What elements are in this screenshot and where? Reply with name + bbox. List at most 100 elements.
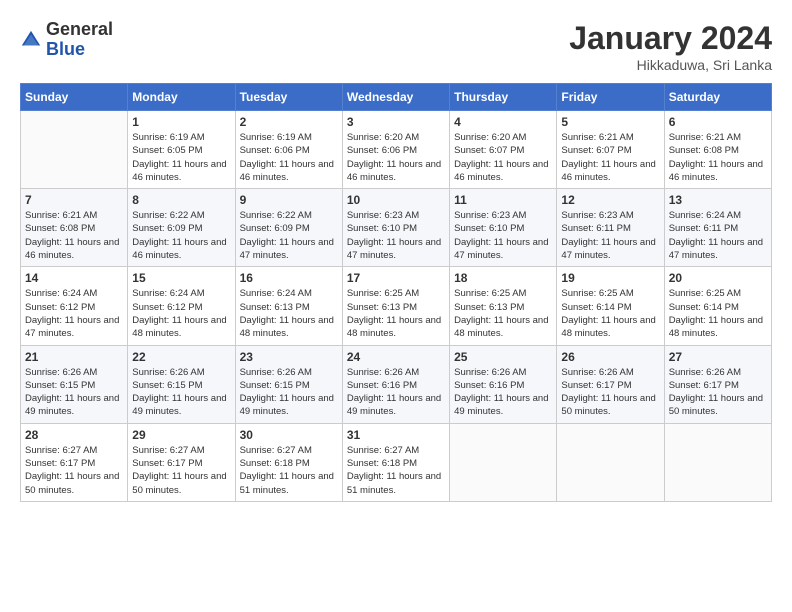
day-number: 15 xyxy=(132,271,230,285)
calendar-week-row: 28 Sunrise: 6:27 AM Sunset: 6:17 PM Dayli… xyxy=(21,423,772,501)
day-info: Sunrise: 6:22 AM Sunset: 6:09 PM Dayligh… xyxy=(240,209,338,262)
day-info: Sunrise: 6:23 AM Sunset: 6:10 PM Dayligh… xyxy=(454,209,552,262)
day-info: Sunrise: 6:23 AM Sunset: 6:11 PM Dayligh… xyxy=(561,209,659,262)
weekday-header: Thursday xyxy=(450,84,557,111)
calendar-cell: 5 Sunrise: 6:21 AM Sunset: 6:07 PM Daylig… xyxy=(557,111,664,189)
day-info: Sunrise: 6:22 AM Sunset: 6:09 PM Dayligh… xyxy=(132,209,230,262)
calendar-cell: 17 Sunrise: 6:25 AM Sunset: 6:13 PM Dayli… xyxy=(342,267,449,345)
day-info: Sunrise: 6:21 AM Sunset: 6:08 PM Dayligh… xyxy=(25,209,123,262)
calendar-cell: 31Sunrise: 6:27 AM Sunset: 6:18 PM Dayli… xyxy=(342,423,449,501)
month-title: January 2024 xyxy=(569,20,772,57)
weekday-header: Sunday xyxy=(21,84,128,111)
day-number: 20 xyxy=(669,271,767,285)
calendar-cell: 25 Sunrise: 6:26 AM Sunset: 6:16 PM Dayli… xyxy=(450,345,557,423)
day-info: Sunrise: 6:27 AM Sunset: 6:17 PM Dayligh… xyxy=(132,444,230,497)
day-info: Sunrise: 6:25 AM Sunset: 6:14 PM Dayligh… xyxy=(561,287,659,340)
day-info: Sunrise: 6:21 AM Sunset: 6:08 PM Dayligh… xyxy=(669,131,767,184)
day-number: 10 xyxy=(347,193,445,207)
day-info: Sunrise: 6:21 AM Sunset: 6:07 PM Dayligh… xyxy=(561,131,659,184)
calendar-cell: 7 Sunrise: 6:21 AM Sunset: 6:08 PM Daylig… xyxy=(21,189,128,267)
calendar-cell: 2 Sunrise: 6:19 AM Sunset: 6:06 PM Daylig… xyxy=(235,111,342,189)
calendar-table: SundayMondayTuesdayWednesdayThursdayFrid… xyxy=(20,83,772,502)
day-info: Sunrise: 6:26 AM Sunset: 6:15 PM Dayligh… xyxy=(240,366,338,419)
logo-text: General Blue xyxy=(46,20,113,60)
day-info: Sunrise: 6:24 AM Sunset: 6:11 PM Dayligh… xyxy=(669,209,767,262)
calendar-cell: 11 Sunrise: 6:23 AM Sunset: 6:10 PM Dayli… xyxy=(450,189,557,267)
day-number: 24 xyxy=(347,350,445,364)
calendar-cell: 19 Sunrise: 6:25 AM Sunset: 6:14 PM Dayli… xyxy=(557,267,664,345)
day-info: Sunrise: 6:24 AM Sunset: 6:12 PM Dayligh… xyxy=(132,287,230,340)
day-number: 6 xyxy=(669,115,767,129)
day-number: 4 xyxy=(454,115,552,129)
day-number: 26 xyxy=(561,350,659,364)
weekday-header: Monday xyxy=(128,84,235,111)
calendar-cell xyxy=(664,423,771,501)
day-info: Sunrise: 6:25 AM Sunset: 6:13 PM Dayligh… xyxy=(347,287,445,340)
day-number: 28 xyxy=(25,428,123,442)
calendar-cell: 29 Sunrise: 6:27 AM Sunset: 6:17 PM Dayli… xyxy=(128,423,235,501)
day-number: 2 xyxy=(240,115,338,129)
calendar-cell: 13 Sunrise: 6:24 AM Sunset: 6:11 PM Dayli… xyxy=(664,189,771,267)
day-number: 17 xyxy=(347,271,445,285)
day-info: Sunrise: 6:20 AM Sunset: 6:07 PM Dayligh… xyxy=(454,131,552,184)
calendar-cell xyxy=(21,111,128,189)
day-number: 7 xyxy=(25,193,123,207)
day-number: 8 xyxy=(132,193,230,207)
calendar-cell: 12 Sunrise: 6:23 AM Sunset: 6:11 PM Dayli… xyxy=(557,189,664,267)
day-number: 29 xyxy=(132,428,230,442)
calendar-cell: 10 Sunrise: 6:23 AM Sunset: 6:10 PM Dayli… xyxy=(342,189,449,267)
day-number: 11 xyxy=(454,193,552,207)
weekday-header: Friday xyxy=(557,84,664,111)
day-info: Sunrise: 6:27 AM Sunset: 6:18 PM Dayligh… xyxy=(240,444,338,497)
calendar-cell: 6 Sunrise: 6:21 AM Sunset: 6:08 PM Daylig… xyxy=(664,111,771,189)
logo-icon xyxy=(20,29,42,51)
day-number: 25 xyxy=(454,350,552,364)
weekday-header: Tuesday xyxy=(235,84,342,111)
day-info: Sunrise: 6:26 AM Sunset: 6:16 PM Dayligh… xyxy=(454,366,552,419)
day-info: Sunrise: 6:25 AM Sunset: 6:14 PM Dayligh… xyxy=(669,287,767,340)
day-info: Sunrise: 6:23 AM Sunset: 6:10 PM Dayligh… xyxy=(347,209,445,262)
day-info: Sunrise: 6:26 AM Sunset: 6:16 PM Dayligh… xyxy=(347,366,445,419)
day-info: Sunrise: 6:24 AM Sunset: 6:13 PM Dayligh… xyxy=(240,287,338,340)
calendar-cell: 21 Sunrise: 6:26 AM Sunset: 6:15 PM Dayli… xyxy=(21,345,128,423)
calendar-cell: 1 Sunrise: 6:19 AM Sunset: 6:05 PM Daylig… xyxy=(128,111,235,189)
day-number: 30 xyxy=(240,428,338,442)
day-info: Sunrise: 6:27 AM Sunset: 6:17 PM Dayligh… xyxy=(25,444,123,497)
page-header: General Blue January 2024 Hikkaduwa, Sri… xyxy=(20,20,772,73)
day-number: 5 xyxy=(561,115,659,129)
day-number: 19 xyxy=(561,271,659,285)
calendar-week-row: 14Sunrise: 6:24 AM Sunset: 6:12 PM Dayli… xyxy=(21,267,772,345)
day-number: 22 xyxy=(132,350,230,364)
calendar-cell: 22 Sunrise: 6:26 AM Sunset: 6:15 PM Dayli… xyxy=(128,345,235,423)
day-number: 27 xyxy=(669,350,767,364)
location-title: Hikkaduwa, Sri Lanka xyxy=(569,57,772,73)
day-number: 3 xyxy=(347,115,445,129)
day-number: 12 xyxy=(561,193,659,207)
day-info: Sunrise: 6:24 AM Sunset: 6:12 PM Dayligh… xyxy=(25,287,123,340)
calendar-week-row: 1 Sunrise: 6:19 AM Sunset: 6:05 PM Daylig… xyxy=(21,111,772,189)
day-info: Sunrise: 6:26 AM Sunset: 6:15 PM Dayligh… xyxy=(25,366,123,419)
day-number: 16 xyxy=(240,271,338,285)
day-info: Sunrise: 6:19 AM Sunset: 6:05 PM Dayligh… xyxy=(132,131,230,184)
day-info: Sunrise: 6:26 AM Sunset: 6:15 PM Dayligh… xyxy=(132,366,230,419)
logo-blue-label: Blue xyxy=(46,40,113,60)
calendar-cell: 16 Sunrise: 6:24 AM Sunset: 6:13 PM Dayli… xyxy=(235,267,342,345)
day-number: 31 xyxy=(347,428,445,442)
day-number: 23 xyxy=(240,350,338,364)
calendar-cell: 3Sunrise: 6:20 AM Sunset: 6:06 PM Daylig… xyxy=(342,111,449,189)
calendar-cell: 20 Sunrise: 6:25 AM Sunset: 6:14 PM Dayli… xyxy=(664,267,771,345)
logo: General Blue xyxy=(20,20,113,60)
day-info: Sunrise: 6:19 AM Sunset: 6:06 PM Dayligh… xyxy=(240,131,338,184)
calendar-week-row: 7 Sunrise: 6:21 AM Sunset: 6:08 PM Daylig… xyxy=(21,189,772,267)
day-number: 1 xyxy=(132,115,230,129)
calendar-cell: 4 Sunrise: 6:20 AM Sunset: 6:07 PM Daylig… xyxy=(450,111,557,189)
day-info: Sunrise: 6:25 AM Sunset: 6:13 PM Dayligh… xyxy=(454,287,552,340)
day-number: 13 xyxy=(669,193,767,207)
weekday-header: Saturday xyxy=(664,84,771,111)
day-number: 21 xyxy=(25,350,123,364)
day-info: Sunrise: 6:26 AM Sunset: 6:17 PM Dayligh… xyxy=(561,366,659,419)
day-number: 9 xyxy=(240,193,338,207)
calendar-cell: 9 Sunrise: 6:22 AM Sunset: 6:09 PM Daylig… xyxy=(235,189,342,267)
calendar-cell: 27Sunrise: 6:26 AM Sunset: 6:17 PM Dayli… xyxy=(664,345,771,423)
calendar-cell: 30 Sunrise: 6:27 AM Sunset: 6:18 PM Dayli… xyxy=(235,423,342,501)
